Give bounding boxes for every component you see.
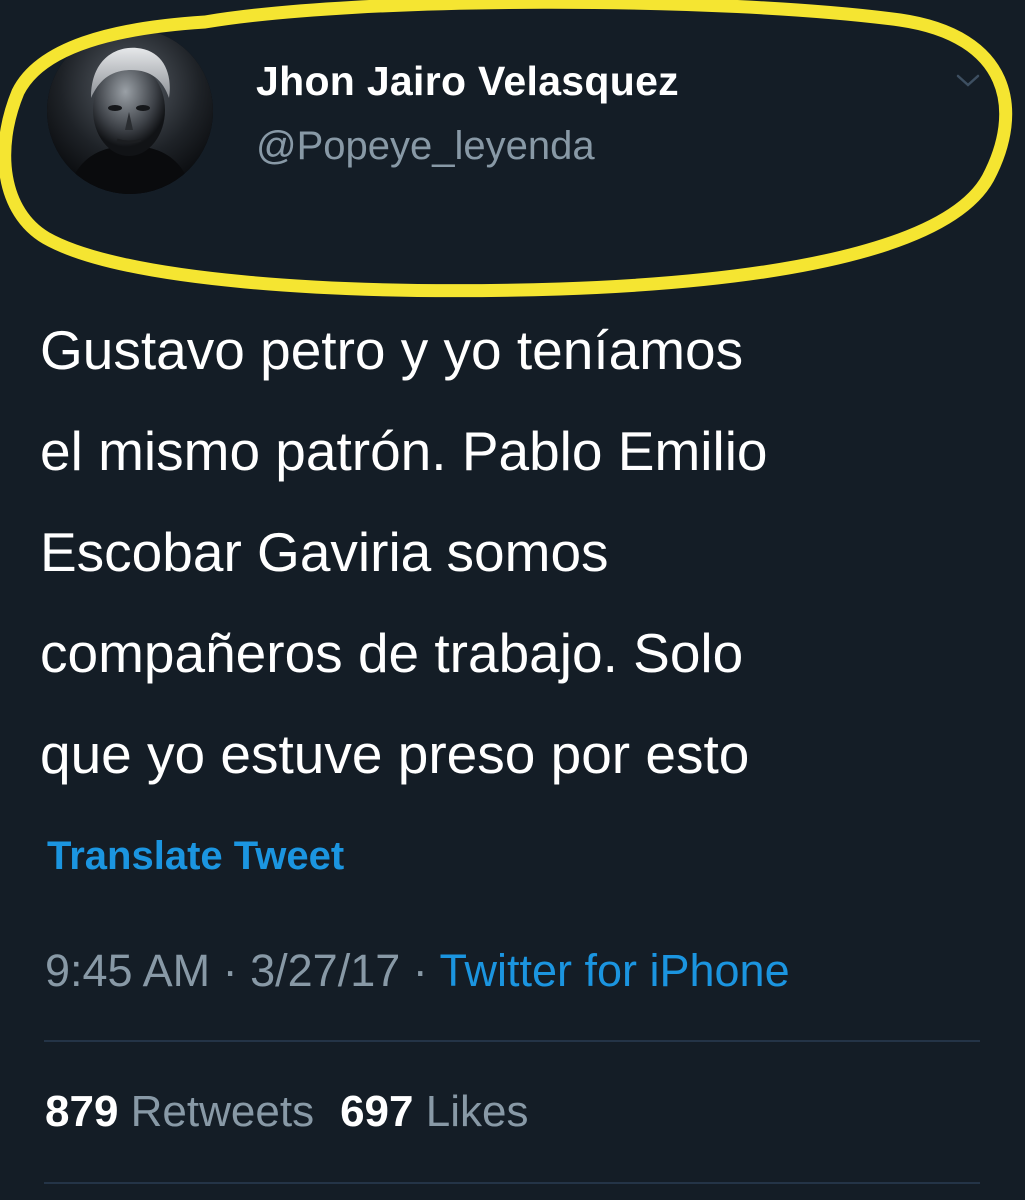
tweet-source-link[interactable]: Twitter for iPhone	[439, 945, 789, 996]
meta-separator: ·	[400, 945, 440, 996]
chevron-down-icon[interactable]	[955, 72, 981, 90]
tweet-text: Gustavo petro y yo teníamos el mismo pat…	[40, 300, 1000, 805]
divider	[44, 1182, 980, 1184]
translate-tweet-link[interactable]: Translate Tweet	[47, 834, 344, 879]
tweet-time: 9:45 AM	[45, 945, 211, 996]
tweet-meta: 9:45 AM · 3/27/17 · Twitter for iPhone	[45, 945, 790, 997]
tweet-screen: Jhon Jairo Velasquez @Popeye_leyenda Gus…	[0, 0, 1025, 1200]
user-handle[interactable]: @Popeye_leyenda	[256, 124, 595, 169]
avatar[interactable]	[47, 28, 213, 194]
likes-stat[interactable]: 697 Likes	[340, 1087, 528, 1136]
tweet-line: Escobar Gaviria somos	[40, 521, 609, 583]
tweet-date[interactable]: 3/27/17	[250, 945, 400, 996]
retweets-stat[interactable]: 879 Retweets	[45, 1087, 314, 1136]
display-name[interactable]: Jhon Jairo Velasquez	[256, 58, 679, 105]
divider	[44, 1040, 980, 1042]
meta-separator: ·	[210, 945, 251, 996]
retweets-label: Retweets	[130, 1087, 315, 1136]
likes-label: Likes	[425, 1087, 529, 1136]
tweet-line: compañeros de trabajo. Solo	[40, 622, 744, 684]
tweet-line: el mismo patrón. Pablo Emilio	[40, 420, 768, 482]
retweets-count: 879	[45, 1087, 119, 1136]
tweet-line: Gustavo petro y yo teníamos	[40, 319, 744, 381]
profile-photo-icon	[47, 28, 213, 194]
likes-count: 697	[340, 1087, 414, 1136]
tweet-line: que yo estuve preso por esto	[40, 723, 750, 785]
tweet-stats: 879 Retweets 697 Likes	[45, 1087, 528, 1137]
